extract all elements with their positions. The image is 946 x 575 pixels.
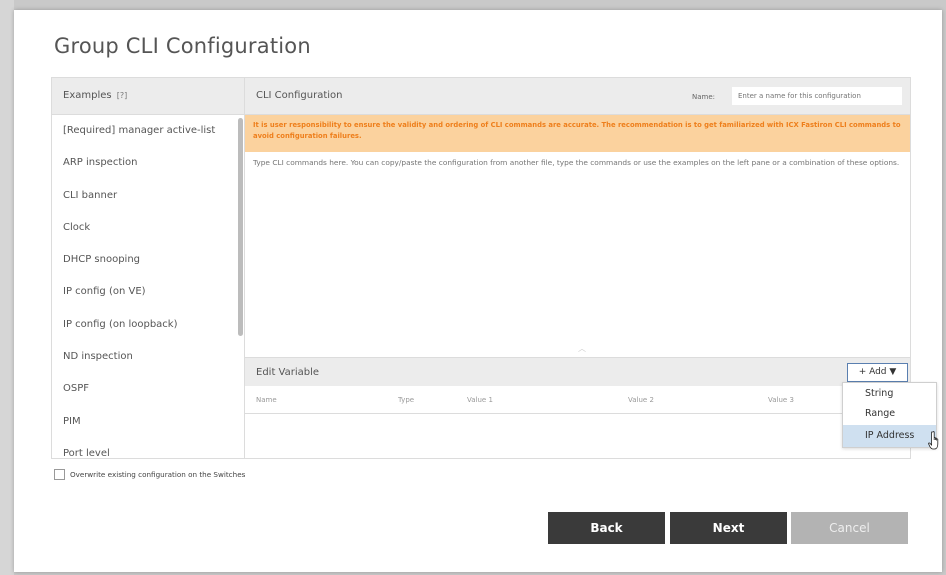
examples-list: [Required] manager active-list ARP inspe… xyxy=(52,115,244,458)
back-button[interactable]: Back xyxy=(548,512,665,544)
example-item[interactable]: ARP inspection xyxy=(52,147,244,179)
example-item[interactable]: PIM xyxy=(52,406,244,438)
example-item[interactable]: Port level xyxy=(52,438,244,458)
example-item[interactable]: CLI banner xyxy=(52,180,244,212)
cli-configuration-panel: CLI Configuration Name: It is user respo… xyxy=(245,77,911,459)
overwrite-label: Overwrite existing configuration on the … xyxy=(70,470,246,479)
cli-configuration-title: CLI Configuration xyxy=(256,90,343,101)
next-button[interactable]: Next xyxy=(670,512,787,544)
cli-configuration-header: CLI Configuration Name: xyxy=(245,78,910,115)
example-item[interactable]: DHCP snooping xyxy=(52,244,244,276)
resize-handle-icon[interactable]: ︿ xyxy=(578,343,586,354)
edit-variable-title: Edit Variable xyxy=(256,367,320,378)
name-label: Name: xyxy=(692,93,716,101)
dialog-title: Group CLI Configuration xyxy=(54,34,311,58)
menu-item-string[interactable]: String xyxy=(843,383,936,403)
add-variable-menu: String Range IP Address xyxy=(842,382,937,448)
column-value-2: Value 2 xyxy=(628,396,654,404)
example-item[interactable]: IP config (on loopback) xyxy=(52,309,244,341)
example-item[interactable]: [Required] manager active-list xyxy=(52,115,244,147)
cli-warning-banner: It is user responsibility to ensure the … xyxy=(245,115,910,152)
overwrite-checkbox[interactable] xyxy=(54,469,65,480)
cli-commands-textarea[interactable] xyxy=(245,152,909,352)
column-value-1: Value 1 xyxy=(467,396,493,404)
background-page xyxy=(0,0,14,575)
example-item[interactable]: ND inspection xyxy=(52,341,244,373)
column-type: Type xyxy=(398,396,415,404)
cancel-button[interactable]: Cancel xyxy=(791,512,908,544)
edit-variable-header: Edit Variable + Add ▼ xyxy=(245,357,910,386)
examples-panel: Examples [?] [Required] manager active-l… xyxy=(51,77,245,459)
add-variable-button[interactable]: + Add ▼ xyxy=(847,363,908,382)
examples-header: Examples [?] xyxy=(52,78,244,115)
group-cli-configuration-dialog: Group CLI Configuration Examples [?] [Re… xyxy=(14,10,942,572)
examples-scrollbar[interactable] xyxy=(238,118,243,336)
examples-title: Examples xyxy=(63,90,112,101)
example-item[interactable]: IP config (on VE) xyxy=(52,276,244,308)
example-item[interactable]: OSPF xyxy=(52,373,244,405)
hand-pointer-icon xyxy=(928,431,939,450)
menu-item-range[interactable]: Range xyxy=(843,403,936,423)
overwrite-checkbox-row[interactable]: Overwrite existing configuration on the … xyxy=(54,469,245,480)
variable-table-header: Name Type Value 1 Value 2 Value 3 xyxy=(245,386,910,414)
menu-item-ip-address[interactable]: IP Address xyxy=(843,425,936,447)
column-value-3: Value 3 xyxy=(768,396,794,404)
examples-help-icon[interactable]: [?] xyxy=(117,91,128,100)
configuration-name-input[interactable] xyxy=(732,87,902,105)
column-name: Name xyxy=(256,396,277,404)
example-item[interactable]: Clock xyxy=(52,212,244,244)
